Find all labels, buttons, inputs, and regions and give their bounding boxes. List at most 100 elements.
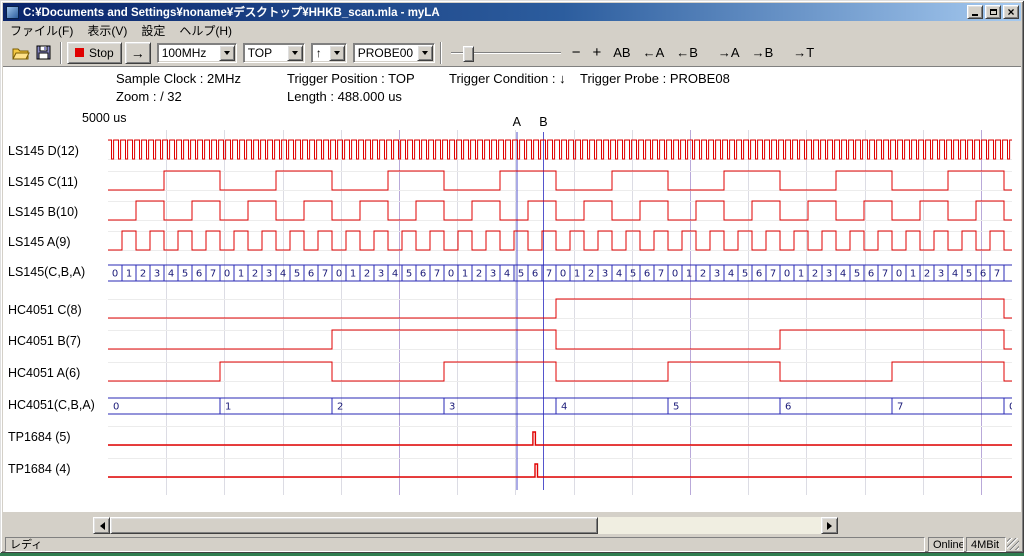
svg-text:0: 0	[113, 402, 119, 413]
svg-text:1: 1	[686, 269, 692, 280]
scrollbar-track[interactable]	[110, 517, 821, 534]
svg-text:7: 7	[897, 402, 903, 413]
length-info: Length : 488.000 us	[287, 89, 402, 104]
zoom-slider[interactable]	[451, 43, 561, 63]
svg-text:1: 1	[350, 269, 356, 280]
svg-text:2: 2	[476, 269, 482, 280]
menu-help[interactable]: ヘルプ(H)	[172, 21, 239, 40]
svg-text:0: 0	[112, 269, 118, 280]
goto-b-right-button[interactable]: →B	[747, 42, 779, 64]
svg-text:1: 1	[126, 269, 132, 280]
svg-text:5: 5	[742, 269, 748, 280]
svg-text:2: 2	[364, 269, 370, 280]
floppy-disk-icon	[36, 45, 51, 60]
svg-text:2: 2	[337, 402, 343, 413]
svg-text:6: 6	[532, 269, 538, 280]
svg-text:3: 3	[938, 269, 944, 280]
svg-text:7: 7	[434, 269, 440, 280]
trigger-position-select[interactable]: TOP	[243, 43, 305, 63]
dropdown-button[interactable]	[219, 45, 235, 61]
svg-text:3: 3	[826, 269, 832, 280]
slider-thumb[interactable]	[463, 46, 474, 62]
trigger-position-info: Trigger Position : TOP	[287, 71, 415, 86]
svg-text:0: 0	[896, 269, 902, 280]
svg-text:5: 5	[854, 269, 860, 280]
svg-text:6: 6	[644, 269, 650, 280]
menu-view[interactable]: 表示(V)	[80, 21, 134, 40]
waveform-plot[interactable]: 0123456701234567012345670123456701234567…	[108, 130, 1012, 495]
svg-text:1: 1	[462, 269, 468, 280]
ab-range-button[interactable]: AB	[608, 42, 635, 64]
svg-text:5: 5	[966, 269, 972, 280]
sample-rate-select[interactable]: 100MHz	[157, 43, 237, 63]
toolbar-separator	[440, 42, 442, 64]
svg-text:5: 5	[294, 269, 300, 280]
svg-text:6: 6	[420, 269, 426, 280]
dropdown-button[interactable]	[329, 45, 345, 61]
svg-text:3: 3	[449, 402, 455, 413]
trigger-probe-info: Trigger Probe : PROBE08	[580, 71, 730, 86]
svg-text:4: 4	[728, 269, 734, 280]
save-file-button[interactable]	[33, 44, 53, 62]
sample-clock-info: Sample Clock : 2MHz	[116, 71, 241, 86]
chevron-down-icon	[224, 51, 230, 58]
svg-text:2: 2	[252, 269, 258, 280]
menu-file[interactable]: ファイル(F)	[3, 21, 80, 40]
trigger-edge-value: ↑	[312, 46, 329, 60]
svg-text:6: 6	[785, 402, 791, 413]
resize-grip[interactable]	[1007, 538, 1019, 550]
goto-a-right-button[interactable]: →A	[713, 42, 745, 64]
dropdown-button[interactable]	[417, 45, 433, 61]
scroll-right-button[interactable]	[821, 517, 838, 534]
svg-text:6: 6	[980, 269, 986, 280]
run-button[interactable]: →	[125, 42, 151, 64]
title-bar[interactable]: C:¥Documents and Settings¥noname¥デスクトップ¥…	[3, 3, 1021, 21]
svg-text:3: 3	[266, 269, 272, 280]
stop-button[interactable]: Stop	[67, 42, 122, 64]
svg-text:0: 0	[784, 269, 790, 280]
zoom-out-button[interactable]: −	[567, 42, 586, 64]
trigger-probe-select[interactable]: PROBE00	[353, 43, 435, 63]
goto-a-left-button[interactable]: ←A	[638, 42, 670, 64]
trigger-edge-select[interactable]: ↑	[311, 43, 347, 63]
scroll-left-button[interactable]	[93, 517, 110, 534]
svg-text:4: 4	[952, 269, 958, 280]
scrollbar-thumb[interactable]	[110, 517, 598, 534]
svg-text:3: 3	[490, 269, 496, 280]
goto-b-left-button[interactable]: ←B	[671, 42, 703, 64]
svg-text:5: 5	[630, 269, 636, 280]
open-folder-icon	[12, 46, 30, 60]
svg-text:4: 4	[392, 269, 398, 280]
menu-settings[interactable]: 設定	[134, 21, 172, 40]
svg-text:0: 0	[336, 269, 342, 280]
chevron-down-icon	[292, 51, 298, 58]
open-file-button[interactable]	[11, 44, 31, 62]
svg-text:2: 2	[812, 269, 818, 280]
horizontal-scrollbar[interactable]	[93, 517, 838, 534]
svg-text:0: 0	[224, 269, 230, 280]
goto-trigger-button[interactable]: →T	[788, 42, 819, 64]
svg-text:1: 1	[574, 269, 580, 280]
close-button[interactable]: ×	[1003, 5, 1019, 19]
svg-text:1: 1	[238, 269, 244, 280]
trigger-position-value: TOP	[244, 46, 287, 60]
svg-text:5: 5	[518, 269, 524, 280]
maximize-button[interactable]	[985, 5, 1001, 19]
svg-text:2: 2	[700, 269, 706, 280]
svg-text:4: 4	[504, 269, 510, 280]
svg-text:5: 5	[673, 402, 679, 413]
svg-text:1: 1	[910, 269, 916, 280]
svg-text:0: 0	[1009, 402, 1012, 413]
svg-text:1: 1	[225, 402, 231, 413]
svg-text:1: 1	[798, 269, 804, 280]
sample-rate-value: 100MHz	[158, 46, 219, 60]
svg-text:6: 6	[868, 269, 874, 280]
maximize-icon	[990, 9, 997, 15]
trigger-condition-info: Trigger Condition : ↓	[449, 71, 566, 86]
arrow-left-icon	[96, 522, 105, 530]
svg-text:4: 4	[168, 269, 174, 280]
minimize-button[interactable]	[967, 5, 983, 19]
arrow-right-icon	[827, 522, 836, 530]
zoom-in-button[interactable]: +	[587, 42, 606, 64]
dropdown-button[interactable]	[287, 45, 303, 61]
